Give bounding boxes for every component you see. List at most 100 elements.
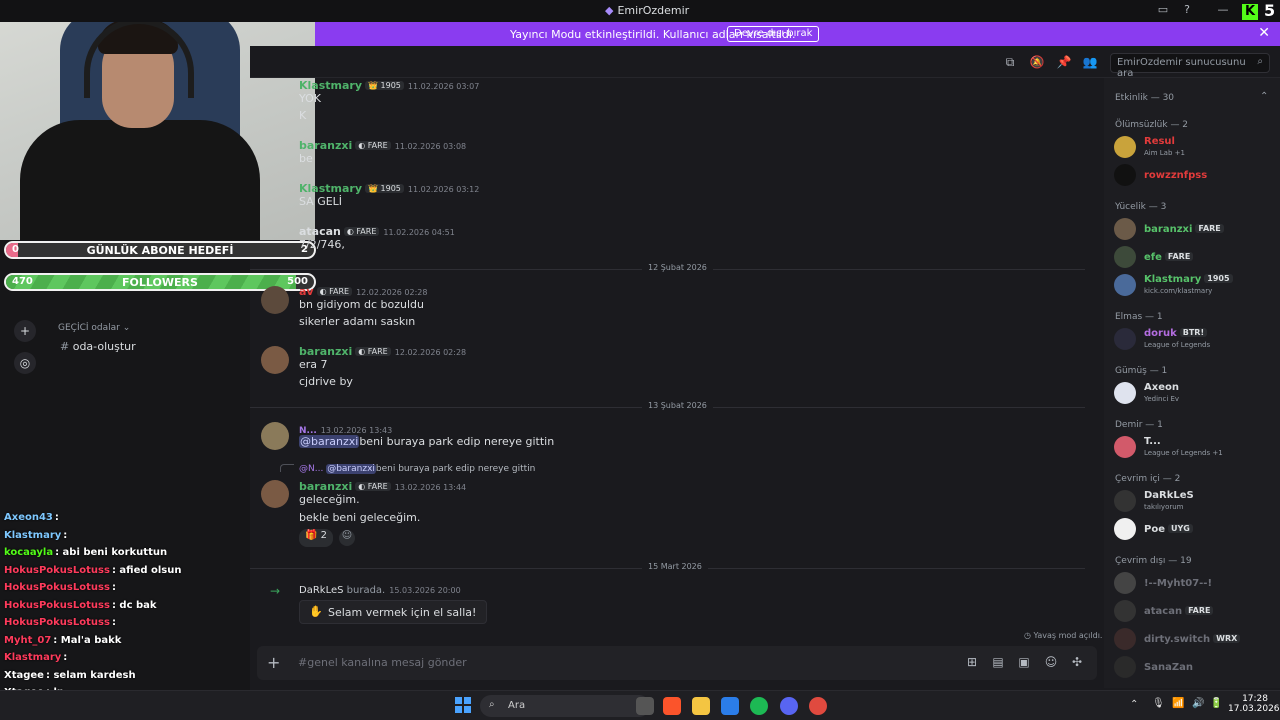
message-author[interactable]: baranzxi — [299, 480, 352, 493]
message-header: N... 13.02.2026 13:43 — [299, 422, 392, 436]
inbox-icon[interactable]: ▭ — [1156, 3, 1170, 17]
message-author[interactable]: baranzxi — [299, 139, 352, 152]
message-author[interactable]: Klastmary — [299, 79, 362, 92]
message-time: 11.02.2026 03:07 — [407, 82, 480, 91]
member-name-row: Axeon — [1144, 382, 1179, 393]
member-item[interactable]: Axeon Yedinci Ev — [1114, 380, 1274, 408]
member-item[interactable]: rowzznfpss — [1114, 162, 1274, 190]
member-item[interactable]: efe FARE — [1114, 244, 1274, 272]
gift-icon[interactable]: ⊞ — [965, 655, 979, 669]
mail-icon[interactable] — [721, 697, 739, 715]
app-icon[interactable] — [809, 697, 827, 715]
attach-plus-icon[interactable]: + — [267, 653, 280, 672]
member-name-row: Poe UYG — [1144, 524, 1193, 535]
member-item[interactable]: !--Myht07--! — [1114, 570, 1274, 598]
discord-icon[interactable] — [780, 697, 798, 715]
member-name-row: baranzxi FARE — [1144, 224, 1224, 235]
member-activity: League of Legends +1 — [1144, 449, 1223, 457]
reply-preview[interactable]: @N... @baranzxibeni buraya park edip ner… — [299, 464, 535, 474]
wave-hand-icon: ✋ — [309, 605, 323, 618]
message-badge: ◐ FARE — [355, 482, 391, 491]
message-badge: 👑 1905 — [365, 184, 404, 193]
help-icon[interactable]: ? — [1180, 3, 1194, 17]
pin-icon[interactable]: 📌 — [1056, 55, 1072, 69]
kick-chat-line: HokusPokusLotuss: dc bak — [4, 600, 157, 611]
reaction-chip[interactable]: 🎁 2 — [299, 529, 334, 547]
member-item[interactable]: atacan FARE — [1114, 598, 1274, 626]
avatar — [1114, 518, 1136, 540]
start-tile — [464, 706, 471, 713]
message-text: cjdrive by — [299, 375, 353, 388]
kick-chat-user: HokusPokusLotuss — [4, 582, 110, 593]
avatar — [1114, 136, 1136, 158]
member-item[interactable]: dirty.switch WRX — [1114, 626, 1274, 654]
explore-icon[interactable]: ◎ — [14, 352, 36, 374]
minimize-icon[interactable]: — — [1216, 3, 1230, 17]
user-mention[interactable]: @baranzxi — [299, 435, 360, 448]
threads-icon[interactable]: ⧉ — [1002, 55, 1018, 69]
search-input[interactable]: EmirOzdemir sunucusunu ara ⌕ — [1110, 53, 1270, 79]
date-divider-label: 15 Mart 2026 — [642, 562, 708, 571]
emoji-icon[interactable]: ☺ — [1044, 655, 1058, 669]
windows-start-icon[interactable] — [455, 697, 471, 713]
avatar[interactable] — [261, 480, 289, 508]
member-section-title: Yücelik — 3 — [1115, 202, 1167, 212]
member-item[interactable]: DaRkLeS takılıyorum — [1114, 488, 1274, 516]
taskbar-clock[interactable]: 17:28 17.03.2026 — [1228, 694, 1280, 714]
member-item[interactable]: doruk BTR! League of Legends — [1114, 326, 1274, 354]
message-author[interactable]: atacan — [299, 225, 341, 238]
message-author[interactable]: baranzxi — [299, 345, 352, 358]
spotify-icon[interactable] — [750, 697, 768, 715]
task-view-icon[interactable] — [636, 697, 654, 715]
avatar[interactable] — [261, 286, 289, 314]
sticker-icon[interactable]: ▣ — [1017, 655, 1031, 669]
activity-header[interactable]: Etkinlik — 30 — [1115, 93, 1174, 103]
tray-chevron-icon[interactable]: ⌃ — [1130, 699, 1138, 710]
badge-text: 1905 — [380, 184, 401, 193]
add-reaction-icon[interactable]: ☺ — [339, 530, 355, 546]
message-header: baranzxi ◐ FARE 11.02.2026 03:08 — [299, 138, 466, 152]
message-badge: 👑 1905 — [365, 81, 404, 90]
member-item[interactable]: Resul Aim Lab +1 — [1114, 134, 1274, 162]
kick-chat-separator: : — [111, 582, 116, 593]
disable-streamer-mode-button[interactable]: Devre dışı bırak — [727, 26, 820, 42]
notifications-muted-icon[interactable]: 🔕 — [1029, 55, 1045, 69]
message-author[interactable]: Klastmary — [299, 182, 362, 195]
message-composer[interactable]: + #genel kanalına mesaj gönder ⊞ ▤ ▣ ☺ ✣ — [257, 646, 1097, 680]
file-explorer-icon[interactable] — [692, 697, 710, 715]
member-section-title: Çevrim içi — 2 — [1115, 474, 1181, 484]
brave-browser-icon[interactable] — [663, 697, 681, 715]
member-item[interactable]: Klastmary 1905 kick.com/klastmary — [1114, 272, 1274, 300]
taskbar-search[interactable]: ⌕ Ara — [480, 695, 650, 717]
message-time: 13.02.2026 13:44 — [394, 483, 467, 492]
wave-button[interactable]: ✋ Selam vermek için el salla! — [299, 600, 488, 624]
member-item[interactable]: SanaZan — [1114, 654, 1274, 682]
message-badge: ◐ FARE — [343, 227, 380, 236]
member-item[interactable]: Poe UYG — [1114, 516, 1274, 544]
member-list: Etkinlik — 30 ⌃ Ölümsüzlük — 2 Resul Aim Lab… — [1104, 78, 1280, 688]
channel-item[interactable]: # oda-oluştur — [60, 340, 136, 353]
member-item[interactable]: T... League of Legends +1 — [1114, 434, 1274, 462]
member-badge: FARE — [1195, 224, 1224, 233]
wifi-icon[interactable]: 📶 — [1172, 698, 1184, 709]
member-item[interactable]: baranzxi FARE — [1114, 216, 1274, 244]
message-author[interactable]: av — [299, 285, 314, 298]
battery-icon[interactable]: 🔋 — [1210, 698, 1222, 709]
gif-icon[interactable]: ▤ — [991, 655, 1005, 669]
avatar[interactable] — [261, 346, 289, 374]
collapse-chevron-icon[interactable]: ⌃ — [1260, 91, 1268, 102]
message-badge: ◐ FARE — [355, 347, 391, 356]
add-server-icon[interactable]: + — [14, 320, 36, 342]
windows-taskbar: ⌕ Ara ⌃ 🎙 📶 🔊 🔋 17:28 17.03.2026 — [0, 690, 1280, 720]
category-temp-rooms[interactable]: GEÇİCİ odalar ⌄ — [58, 323, 130, 333]
close-icon[interactable]: ✕ — [1258, 25, 1270, 41]
apps-icon[interactable]: ✣ — [1070, 655, 1084, 669]
message-time: 11.02.2026 04:51 — [383, 228, 455, 237]
member-activity: Aim Lab +1 — [1144, 149, 1185, 157]
volume-icon[interactable]: 🔊 — [1192, 698, 1204, 709]
kick-chat-user: Klastmary — [4, 529, 62, 541]
avatar[interactable] — [261, 422, 289, 450]
members-icon[interactable]: 👥 — [1082, 55, 1098, 69]
microphone-icon[interactable]: 🎙 — [1152, 698, 1165, 709]
join-author[interactable]: DaRkLeS — [299, 585, 343, 596]
